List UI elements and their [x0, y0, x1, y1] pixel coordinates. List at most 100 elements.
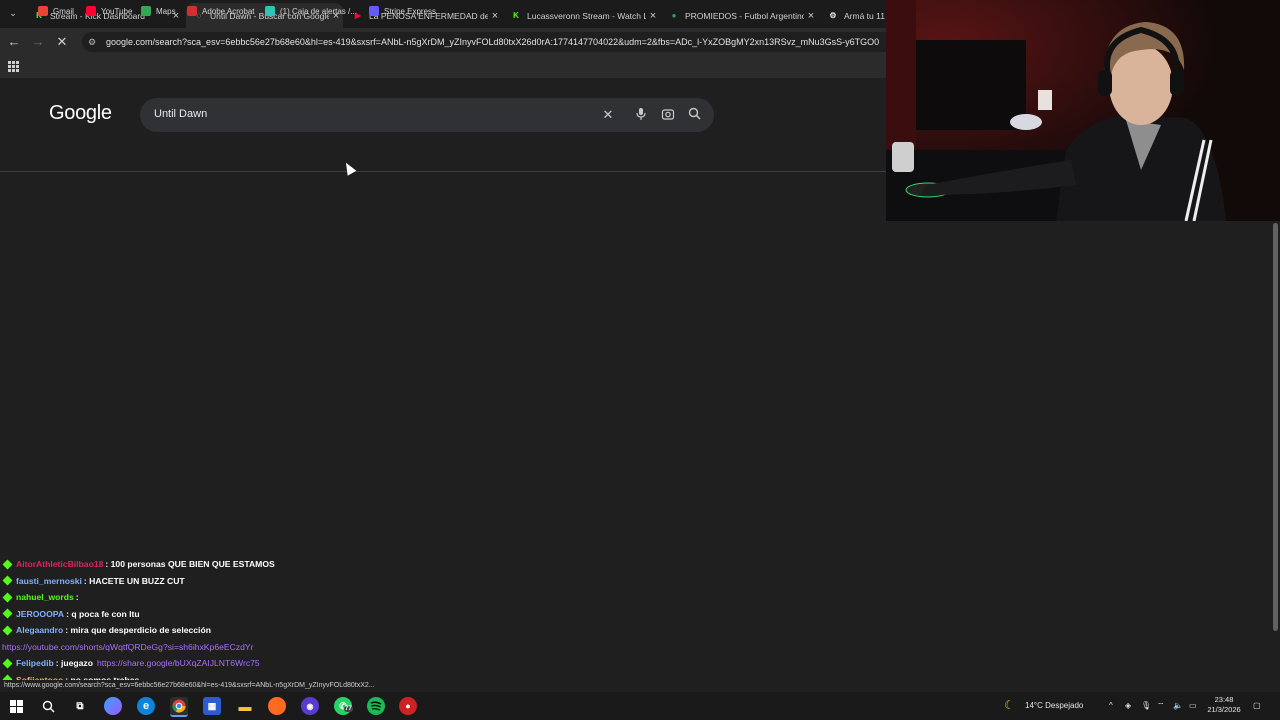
alerts-icon	[265, 6, 275, 16]
youtube-icon	[86, 6, 96, 16]
promiedos-icon: ●	[671, 11, 677, 20]
clock-date: 21/3/2026	[1207, 705, 1241, 714]
back-icon[interactable]: ←	[6, 34, 22, 50]
forward-icon[interactable]: →	[30, 34, 46, 50]
microphone-icon[interactable]	[633, 107, 649, 123]
chat-link[interactable]: https://share.google/bUXqZAIJLNT6Wrc75	[97, 655, 260, 672]
weather-moon-icon: ☾	[1004, 698, 1015, 712]
tab-title: Lucassveronn Stream - Watch L	[527, 10, 646, 21]
browser-tab[interactable]: ● PROMIEDOS - Futbol Argentino ×	[661, 3, 818, 28]
microphone-tray-icon[interactable]: 🎙	[1141, 701, 1151, 710]
clear-icon[interactable]: ✕	[600, 107, 616, 123]
wifi-icon[interactable]: ⌔	[1157, 701, 1165, 711]
webcam-overlay	[886, 0, 1280, 221]
chat-message: fausti_mernoski: HACETE UN BUZZ CUT	[2, 573, 702, 590]
chat-username[interactable]: AitorAthleticBilbao18	[16, 556, 103, 573]
store-icon[interactable]: ▦	[203, 697, 221, 715]
clock-time: 23:48	[1214, 695, 1234, 704]
chat-message: Felipedib: juegazo https://share.google/b…	[2, 655, 702, 672]
subscriber-badge-icon	[2, 608, 13, 619]
bookmark-item[interactable]: Gmail	[38, 4, 74, 18]
chat-username[interactable]: JEROOOPA	[16, 606, 64, 623]
chat-username[interactable]: nahuel_words	[16, 589, 74, 606]
whatsapp-badge: 77	[344, 706, 353, 712]
bookmark-label: Maps	[156, 6, 176, 16]
browser-tab[interactable]: K Lucassveronn Stream - Watch L ×	[503, 3, 660, 28]
obs-icon[interactable]: ●	[399, 697, 417, 715]
chat-message: nahuel_words:	[2, 589, 702, 606]
chat-link[interactable]: https://youtube.com/shorts/qWqtfQRDeGg?s…	[2, 639, 254, 656]
network-tray-icon[interactable]: ◈	[1125, 701, 1131, 710]
site-info-icon[interactable]: ⚙	[88, 37, 100, 48]
page-scrollbar[interactable]	[1271, 221, 1280, 692]
chat-username[interactable]: Alegaandro	[16, 622, 63, 639]
chevron-up-icon[interactable]: ^	[1109, 701, 1113, 710]
stop-loading-icon[interactable]: ✕	[54, 34, 70, 50]
tab-search-icon[interactable]: ⌄	[6, 8, 20, 20]
lens-camera-icon[interactable]	[660, 107, 676, 123]
chat-username[interactable]: Felipedib	[16, 655, 54, 672]
search-icon[interactable]	[39, 697, 57, 715]
webcam-image	[886, 0, 1280, 221]
subscriber-badge-icon	[2, 575, 13, 586]
tab-title: PROMIEDOS - Futbol Argentino	[685, 10, 804, 21]
windows-start-icon[interactable]	[7, 697, 25, 715]
firefox-icon[interactable]	[268, 697, 286, 715]
bookmark-label: (1) Caja de alertas /...	[280, 6, 357, 16]
kick-icon: K	[513, 11, 519, 20]
search-input[interactable]: Until Dawn	[154, 108, 207, 120]
subscriber-badge-icon	[2, 559, 13, 570]
link-status-bar: https://www.google.com/search?sca_esv=6e…	[0, 680, 434, 692]
bookmarks-bar	[0, 56, 886, 79]
chat-text: : HACETE UN BUZZ CUT	[83, 575, 185, 586]
volume-icon[interactable]: 🔈	[1173, 701, 1183, 710]
notifications-icon[interactable]: ▢	[1253, 701, 1261, 710]
discord-icon[interactable]: ◉	[301, 697, 319, 715]
chat-message: https://youtube.com/shorts/qWqtfQRDeGg?s…	[2, 639, 702, 656]
bookmark-label: Stripe Express	[384, 6, 437, 16]
acrobat-icon	[187, 6, 197, 16]
apps-grid-icon[interactable]	[8, 61, 19, 72]
chat-text: : juegazo	[55, 658, 93, 668]
google-logo[interactable]: Google	[49, 102, 112, 125]
tab-title: Armá tu 11	[844, 10, 885, 21]
bookmark-item[interactable]: (1) Caja de alertas /...	[265, 4, 357, 18]
chat-text: : mira que desperdicio de selección	[65, 625, 211, 635]
gear-icon: ⚙	[829, 11, 837, 20]
address-bar[interactable]: ⚙ google.com/search?sca_esv=6ebbc56e27b6…	[82, 32, 886, 52]
browser-tab[interactable]: ⚙ Armá tu 11	[820, 3, 886, 28]
chat-message: JEROOOPA: q poca fe con ltu	[2, 606, 702, 623]
chrome-icon[interactable]	[170, 697, 188, 717]
display-icon[interactable]: ▭	[1189, 701, 1197, 710]
file-explorer-icon[interactable]: ▬	[236, 697, 254, 715]
close-tab-icon[interactable]: ×	[646, 10, 660, 22]
search-box[interactable]: Until Dawn ✕	[140, 98, 714, 132]
maps-icon	[141, 6, 151, 16]
subscriber-badge-icon	[2, 625, 13, 636]
copilot-icon[interactable]	[104, 697, 122, 715]
bookmark-label: YouTube	[101, 6, 133, 16]
scrollbar-thumb[interactable]	[1273, 223, 1278, 631]
weather-text[interactable]: 14°C Despejado	[1025, 701, 1083, 710]
bookmark-item[interactable]: Maps	[141, 4, 176, 18]
bookmark-item[interactable]: Stripe Express	[369, 4, 436, 18]
stream-chat-overlay: AitorAthleticBilbao18: 100 personas QUE …	[2, 556, 702, 688]
windows-taskbar: ⧉ e ▦ ▬ ◉ ✆ 77 ● ☾ 14°C Despejado ^ ◈ 🎙 …	[0, 692, 1280, 720]
url-text: google.com/search?sca_esv=6ebbc56e27b68e…	[106, 37, 880, 47]
whatsapp-icon[interactable]: ✆ 77	[334, 697, 353, 715]
spotify-icon[interactable]	[367, 697, 385, 715]
bookmark-item[interactable]: Adobe Acrobat	[187, 4, 254, 18]
taskbar-clock[interactable]: 23:48 21/3/2026	[1204, 695, 1244, 715]
header-divider	[0, 171, 886, 172]
chat-message: Alegaandro: mira que desperdicio de sele…	[2, 622, 702, 639]
stripe-icon	[369, 6, 379, 16]
bookmark-item[interactable]: YouTube	[86, 4, 132, 18]
chat-username[interactable]: fausti_mernoski	[16, 573, 82, 590]
chat-text: :	[75, 592, 79, 602]
edge-icon[interactable]: e	[137, 697, 155, 715]
search-icon[interactable]	[686, 107, 702, 123]
bookmark-label: Gmail	[53, 6, 74, 16]
close-tab-icon[interactable]: ×	[804, 10, 818, 22]
close-tab-icon[interactable]: ×	[488, 10, 502, 22]
task-view-icon[interactable]: ⧉	[71, 697, 89, 715]
